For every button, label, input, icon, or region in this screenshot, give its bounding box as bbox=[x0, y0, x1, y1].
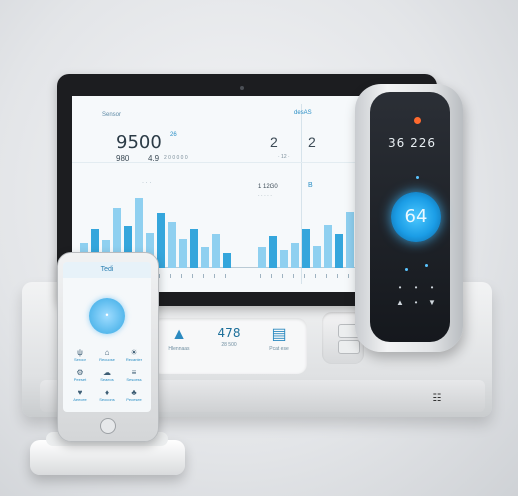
right-note-b: 1 12G0 bbox=[258, 184, 278, 190]
phone-dial[interactable]: • bbox=[89, 298, 125, 334]
shield-icon: ▲ bbox=[171, 326, 187, 343]
device-icon: ▤ bbox=[271, 326, 287, 343]
phone-screen[interactable]: Tedi • ψ Seroor ⌂ Recuose ☀ Recanter ⚙ Peese… bbox=[63, 262, 151, 412]
axis-tick bbox=[271, 274, 272, 278]
phone-tile[interactable]: ☀ Recanter bbox=[123, 348, 145, 363]
switch-slot-bottom[interactable] bbox=[338, 340, 360, 354]
chart-bar bbox=[280, 250, 288, 268]
chart-bar bbox=[291, 243, 299, 268]
chart-bar bbox=[223, 253, 231, 268]
right-note-a: · 12 · bbox=[278, 154, 290, 160]
axis-tick bbox=[214, 274, 215, 278]
thermo-button[interactable]: • bbox=[411, 298, 421, 307]
axis-tick bbox=[326, 274, 327, 278]
phone-grid-row: ψ Seroor ⌂ Recuose ☀ Recanter bbox=[69, 348, 145, 363]
chart-bar bbox=[157, 213, 165, 268]
home-button[interactable] bbox=[100, 418, 116, 434]
sub-value-a: 980 bbox=[116, 154, 130, 163]
chart-bar bbox=[168, 222, 176, 268]
phone-grid-row: ⚙ Peeset ☁ Seaeos ≡ Sesoess bbox=[69, 368, 145, 383]
chart-bar bbox=[201, 247, 209, 268]
chart-bar bbox=[302, 229, 310, 268]
phone-tile[interactable]: ☁ Seaeos bbox=[96, 368, 118, 383]
phone-tile[interactable]: ♥ Aeecee bbox=[69, 388, 91, 403]
phone-tile[interactable]: ⚙ Peeset bbox=[69, 368, 91, 383]
phone-tile[interactable]: ψ Seroor bbox=[69, 348, 91, 363]
status-led bbox=[414, 117, 421, 124]
axis-tick bbox=[260, 274, 261, 278]
camera-icon bbox=[240, 86, 244, 90]
panel-item-temp[interactable]: 478 28 500 bbox=[206, 326, 252, 348]
chart-bar bbox=[269, 236, 277, 268]
axis-tick bbox=[181, 274, 182, 278]
chart-bar bbox=[179, 239, 187, 268]
thermo-button[interactable]: • bbox=[427, 283, 437, 292]
chart-bar bbox=[324, 225, 332, 268]
right-note-c: · · · · · bbox=[258, 193, 272, 199]
chart-bar bbox=[346, 212, 354, 268]
panel-label: Hlennaas bbox=[168, 346, 190, 352]
indicator-dot bbox=[405, 268, 408, 271]
brand-logo-icon: ☷ bbox=[432, 393, 442, 404]
thermostat-temperature: 64 bbox=[404, 206, 428, 227]
phone-tile[interactable]: ♣ Pecesee bbox=[123, 388, 145, 403]
axis-tick bbox=[293, 274, 294, 278]
thermo-button[interactable]: • bbox=[395, 283, 405, 292]
indicator-dot bbox=[425, 264, 428, 267]
main-unit: 26 bbox=[170, 132, 177, 138]
axis-tick bbox=[203, 274, 204, 278]
axis-tick bbox=[304, 274, 305, 278]
phone-tile[interactable]: ⌂ Recuose bbox=[96, 348, 118, 363]
thermo-button[interactable]: • bbox=[411, 283, 421, 292]
main-value: 9500 bbox=[116, 132, 162, 153]
phone-tile[interactable]: ♦ Seocons bbox=[96, 388, 118, 403]
panel-label: Pcat ese bbox=[269, 346, 289, 352]
chart-bar bbox=[212, 234, 220, 268]
phone-grid-row: ♥ Aeecee ♦ Seocons ♣ Pecesee bbox=[69, 388, 145, 403]
right-flag: B bbox=[308, 182, 313, 189]
sub-text: 2 0 0 0 0 0 bbox=[164, 155, 188, 161]
arrow-down-icon[interactable]: ▼ bbox=[427, 298, 437, 307]
right-value-b: 2 bbox=[308, 134, 316, 150]
phone-tile[interactable]: ≡ Sesoess bbox=[123, 368, 145, 383]
thermostat-readout: 36 226 bbox=[388, 136, 436, 150]
panel-value: 478 bbox=[217, 326, 241, 340]
panel-item-shield[interactable]: ▲ Hlennaas bbox=[156, 326, 202, 352]
arrow-up-icon[interactable]: ▲ bbox=[395, 298, 405, 307]
panel-label: 28 500 bbox=[221, 342, 237, 348]
axis-tick bbox=[337, 274, 338, 278]
axis-tick bbox=[159, 274, 160, 278]
base-display-panel: ▲ Hlennaas 478 28 500 ▤ Pcat ese bbox=[152, 318, 307, 374]
phone-dial-value: • bbox=[105, 310, 109, 320]
chart-bar bbox=[190, 229, 198, 268]
phone-header: Tedi bbox=[63, 262, 151, 278]
thermostat-dial[interactable]: 64 bbox=[391, 192, 441, 242]
sub-value-b: 4.9 bbox=[148, 154, 160, 163]
chart-bar bbox=[335, 234, 343, 268]
axis-note: · · · bbox=[142, 180, 152, 186]
axis-tick bbox=[348, 274, 349, 278]
axis-tick bbox=[315, 274, 316, 278]
right-value-a: 2 bbox=[270, 134, 278, 150]
chart-bar bbox=[313, 246, 321, 268]
panel-item-device[interactable]: ▤ Pcat ese bbox=[256, 326, 302, 352]
axis-tick bbox=[192, 274, 193, 278]
axis-tick bbox=[282, 274, 283, 278]
indicator-dot bbox=[416, 176, 419, 179]
left-panel-label: Sensor bbox=[102, 112, 122, 118]
axis-tick bbox=[170, 274, 171, 278]
chart-bar bbox=[258, 247, 266, 268]
right-panel-label: desAS bbox=[294, 110, 312, 116]
axis-tick bbox=[225, 274, 226, 278]
